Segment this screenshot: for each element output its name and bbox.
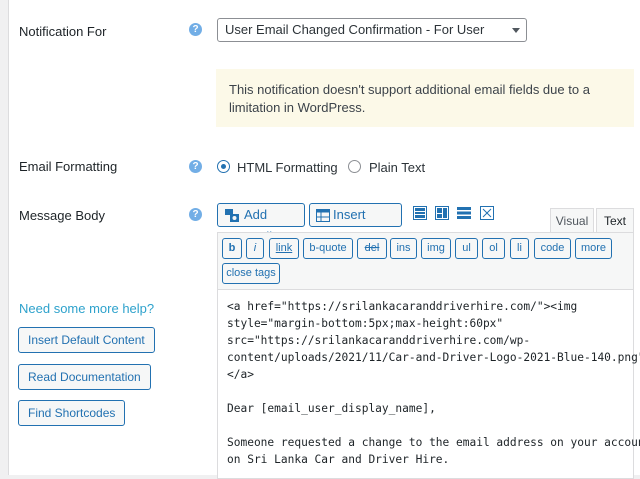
limitation-notice: This notification doesn't support additi… <box>216 69 634 127</box>
qt-link-button[interactable]: link <box>269 238 299 259</box>
tab-text[interactable]: Text <box>596 208 634 233</box>
editor-line: Dear [email_user_display_name], <box>227 402 436 415</box>
qt-del-button[interactable]: del <box>357 238 387 259</box>
qt-bold-button[interactable]: b <box>222 238 242 259</box>
qt-close-tags-button[interactable]: close tags <box>222 263 280 284</box>
editor-line: style="margin-bottom:5px;max-height:60px… <box>227 317 504 330</box>
notification-for-label: Notification For <box>19 24 107 39</box>
editor-line: </a> <box>227 368 254 381</box>
find-shortcodes-button[interactable]: Find Shortcodes <box>18 400 126 426</box>
qt-ins-button[interactable]: ins <box>390 238 417 259</box>
qt-italic-button[interactable]: i <box>246 238 264 259</box>
qt-ol-button[interactable]: ol <box>482 238 505 259</box>
need-help-link[interactable]: Need some more help? <box>19 301 154 316</box>
help-icon[interactable]: ? <box>189 160 202 173</box>
notification-select-value: User Email Changed Confirmation - For Us… <box>225 22 485 37</box>
help-icon[interactable]: ? <box>189 208 202 221</box>
editor-line: <a href="https://srilankacaranddriverhir… <box>227 300 578 313</box>
insert-default-content-button[interactable]: Insert Default Content <box>18 327 155 353</box>
message-body-textarea[interactable]: <a href="https://srilankacaranddriverhir… <box>217 289 640 479</box>
email-formatting-label: Email Formatting <box>19 159 118 174</box>
help-icon[interactable]: ? <box>189 23 202 36</box>
layout-rows-icon[interactable] <box>457 206 471 220</box>
quicktags-toolbar: b i link b-quote del ins img ul ol li co… <box>217 232 634 289</box>
editor-line: content/uploads/2021/11/Car-and-Driver-L… <box>227 351 640 364</box>
insert-popup-button[interactable]: Insert popup <box>309 203 402 244</box>
chevron-down-icon <box>512 28 520 33</box>
tab-visual[interactable]: Visual <box>550 208 594 233</box>
message-body-label: Message Body <box>19 208 105 223</box>
qt-ul-button[interactable]: ul <box>455 238 478 259</box>
notification-select[interactable]: User Email Changed Confirmation - For Us… <box>217 18 527 42</box>
read-documentation-button[interactable]: Read Documentation <box>18 364 151 390</box>
table-icon <box>316 209 330 222</box>
html-formatting-radio[interactable] <box>217 160 230 173</box>
qt-more-button[interactable]: more <box>575 238 612 259</box>
close-box-icon[interactable] <box>480 206 494 220</box>
qt-code-button[interactable]: code <box>534 238 571 259</box>
qt-img-button[interactable]: img <box>421 238 451 259</box>
layout-full-icon[interactable] <box>413 206 427 220</box>
editor-line: src="https://srilankacaranddriverhire.co… <box>227 334 531 347</box>
media-icon <box>225 209 239 222</box>
qt-li-button[interactable]: li <box>510 238 529 259</box>
editor-line: on Sri Lanka Car and Driver Hire. <box>227 453 450 466</box>
plain-text-label[interactable]: Plain Text <box>369 160 425 175</box>
add-media-button[interactable]: Add Media <box>217 203 305 244</box>
html-formatting-label[interactable]: HTML Formatting <box>237 160 338 175</box>
layout-split-icon[interactable] <box>435 206 449 220</box>
plain-text-radio[interactable] <box>348 160 361 173</box>
qt-bquote-button[interactable]: b-quote <box>303 238 353 259</box>
editor-line: Someone requested a change to the email … <box>227 436 640 449</box>
